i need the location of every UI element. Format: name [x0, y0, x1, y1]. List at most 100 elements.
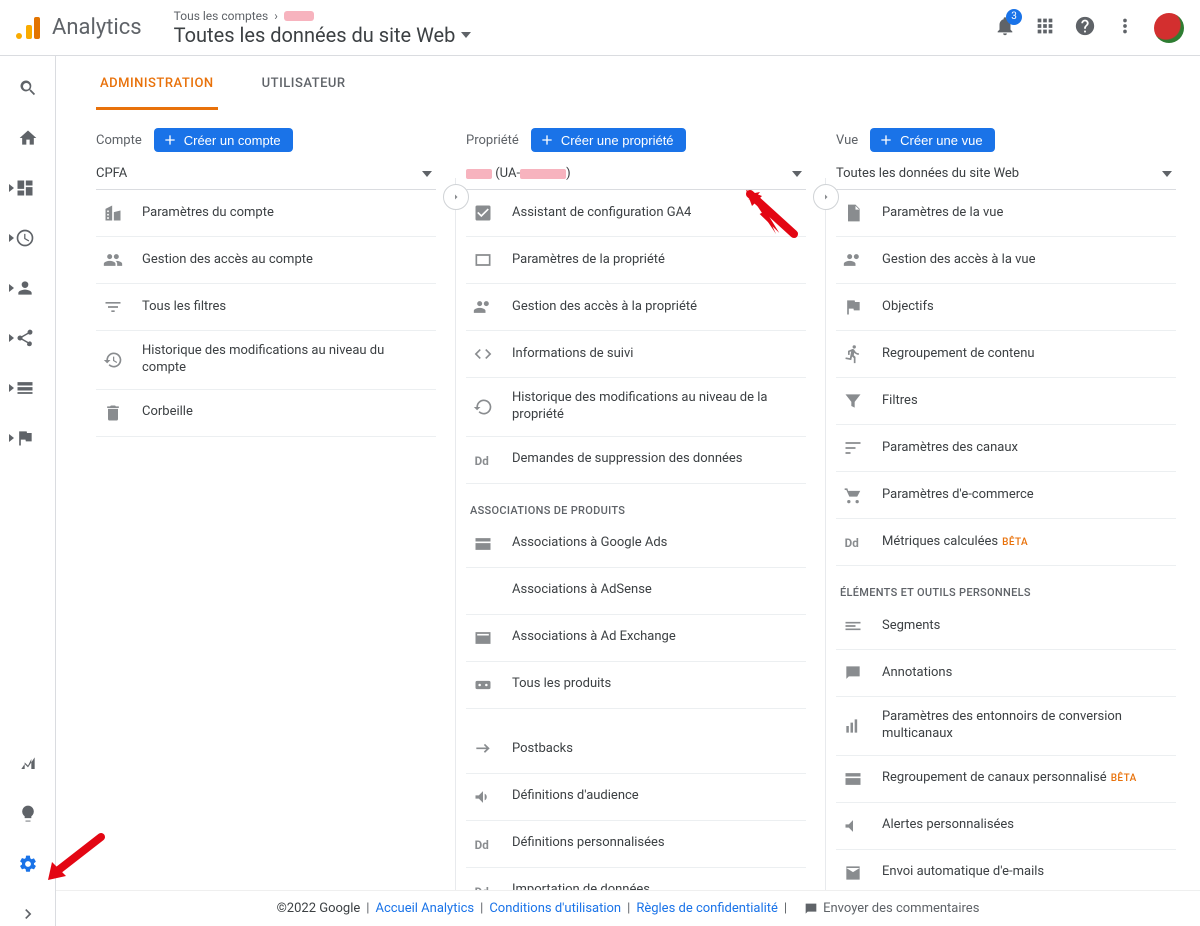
row-postbacks[interactable]: Postbacks: [466, 727, 806, 774]
rail-admin[interactable]: [16, 852, 40, 876]
row-label: Gestion des accès à la propriété: [512, 299, 697, 316]
caret-icon: [9, 234, 14, 242]
notifications-button[interactable]: 3: [994, 15, 1016, 41]
blank-icon: [472, 580, 494, 602]
rail-audience[interactable]: [16, 276, 40, 300]
breadcrumb-top: Tous les comptes ›: [174, 9, 472, 23]
rail-behaviour[interactable]: [16, 376, 40, 400]
code-icon: [472, 343, 494, 365]
row-segments[interactable]: Segments: [836, 603, 1176, 650]
row-ecommerce-settings[interactable]: Paramètres d'e-commerce: [836, 472, 1176, 519]
rail-discover[interactable]: [16, 802, 40, 826]
row-property-settings[interactable]: Paramètres de la propriété: [466, 237, 806, 284]
footer-link-privacy[interactable]: Règles de confidentialité: [636, 901, 778, 916]
view-selector[interactable]: Toutes les données du site Web: [836, 158, 1176, 190]
breadcrumb[interactable]: Tous les comptes › Toutes les données du…: [174, 9, 472, 47]
redacted-account: [284, 11, 314, 21]
postback-icon: [472, 739, 494, 761]
feedback-icon: [803, 901, 819, 917]
home-icon: [18, 128, 38, 148]
create-property-button[interactable]: Créer une propriété: [531, 128, 686, 152]
apps-button[interactable]: [1034, 15, 1056, 41]
row-label: Regroupement de contenu: [882, 346, 1035, 363]
row-account-settings[interactable]: Paramètres du compte: [96, 190, 436, 237]
footer-feedback-label: Envoyer des commentaires: [823, 901, 979, 916]
help-button[interactable]: [1074, 15, 1096, 41]
caret-icon: [9, 284, 14, 292]
tab-administration[interactable]: ADMINISTRATION: [96, 56, 218, 110]
row-label: Associations à Ad Exchange: [512, 629, 676, 646]
row-content-grouping[interactable]: Regroupement de contenu: [836, 331, 1176, 378]
caret-icon: [9, 334, 14, 342]
row-label: Paramètres des entonnoirs de conversion …: [882, 709, 1170, 743]
account-selector[interactable]: CPFA: [96, 158, 436, 190]
more-button[interactable]: [1114, 15, 1136, 41]
rail-realtime[interactable]: [16, 226, 40, 250]
create-account-button[interactable]: Créer un compte: [154, 128, 293, 152]
row-property-history[interactable]: Historique des modifications au niveau d…: [466, 378, 806, 437]
building-icon: [102, 202, 124, 224]
footer-link-terms[interactable]: Conditions d'utilisation: [489, 901, 621, 916]
rail-acquisition[interactable]: [16, 326, 40, 350]
account-col-title: Compte: [96, 133, 142, 148]
rail-attribution[interactable]: [16, 752, 40, 776]
settings-card-icon: [472, 249, 494, 271]
row-label: Filtres: [882, 393, 918, 410]
chevron-down-icon: [461, 30, 471, 40]
tune-icon: [842, 437, 864, 459]
view-selected: Toutes les données du site Web: [836, 166, 1019, 181]
help-icon: [1074, 15, 1096, 37]
rail-home[interactable]: [16, 126, 40, 150]
rail-conversions[interactable]: [16, 426, 40, 450]
share-icon: [15, 328, 35, 348]
chevron-right-icon: ›: [274, 9, 278, 23]
row-property-access[interactable]: Gestion des accès à la propriété: [466, 284, 806, 331]
row-adsense[interactable]: Associations à AdSense: [466, 568, 806, 615]
create-view-button[interactable]: Créer une vue: [870, 128, 994, 152]
tab-utilisateur[interactable]: UTILISATEUR: [258, 56, 350, 110]
row-goals[interactable]: Objectifs: [836, 284, 1176, 331]
row-custom-channel-grouping[interactable]: Regroupement de canaux personnaliséBÊTA: [836, 756, 1176, 803]
row-calc-metrics[interactable]: DdMétriques calculéesBÊTA: [836, 519, 1176, 566]
footer-feedback[interactable]: Envoyer des commentaires: [803, 901, 979, 917]
row-google-ads[interactable]: Associations à Google Ads: [466, 521, 806, 568]
row-account-history[interactable]: Historique des modifications au niveau d…: [96, 331, 436, 390]
row-label: Paramètres d'e-commerce: [882, 487, 1034, 504]
row-all-filters[interactable]: Tous les filtres: [96, 284, 436, 331]
row-ad-exchange[interactable]: Associations à Ad Exchange: [466, 615, 806, 662]
row-account-access[interactable]: Gestion des accès au compte: [96, 237, 436, 284]
avatar[interactable]: [1154, 13, 1184, 43]
row-label: Historique des modifications au niveau d…: [512, 390, 800, 424]
property-selected: (UA-): [466, 166, 571, 181]
row-custom-alerts[interactable]: Alertes personnalisées: [836, 803, 1176, 850]
row-view-settings[interactable]: Paramètres de la vue: [836, 190, 1176, 237]
row-tracking-info[interactable]: Informations de suivi: [466, 331, 806, 378]
rail-customization[interactable]: [16, 176, 40, 200]
running-icon: [842, 343, 864, 365]
row-annotations[interactable]: Annotations: [836, 650, 1176, 697]
row-all-products[interactable]: Tous les produits: [466, 662, 806, 709]
filter-icon: [102, 296, 124, 318]
row-view-filters[interactable]: Filtres: [836, 378, 1176, 425]
view-picker[interactable]: Toutes les données du site Web: [174, 23, 472, 47]
view-title: Toutes les données du site Web: [174, 23, 456, 47]
row-custom-def[interactable]: DdDéfinitions personnalisées: [466, 821, 806, 868]
row-data-deletion[interactable]: DdDemandes de suppression des données: [466, 437, 806, 484]
account-column: Compte Créer un compte CPFA Paramètres d…: [96, 128, 456, 926]
row-audience-def[interactable]: Définitions d'audience: [466, 774, 806, 821]
plus-icon: [162, 132, 178, 148]
property-selector[interactable]: (UA-): [466, 158, 806, 190]
row-trash[interactable]: Corbeille: [96, 390, 436, 437]
trash-icon: [102, 402, 124, 424]
rail-collapse[interactable]: [16, 902, 40, 926]
plus-icon: [878, 132, 894, 148]
more-vertical-icon: [1114, 15, 1136, 37]
funnel-icon: [842, 390, 864, 412]
footer-link-home[interactable]: Accueil Analytics: [375, 901, 474, 916]
history-icon: [472, 396, 494, 418]
row-mcf-settings[interactable]: Paramètres des entonnoirs de conversion …: [836, 697, 1176, 756]
rail-search[interactable]: [16, 76, 40, 100]
row-view-access[interactable]: Gestion des accès à la vue: [836, 237, 1176, 284]
row-channel-settings[interactable]: Paramètres des canaux: [836, 425, 1176, 472]
row-label: Envoi automatique d'e-mails: [882, 864, 1044, 881]
